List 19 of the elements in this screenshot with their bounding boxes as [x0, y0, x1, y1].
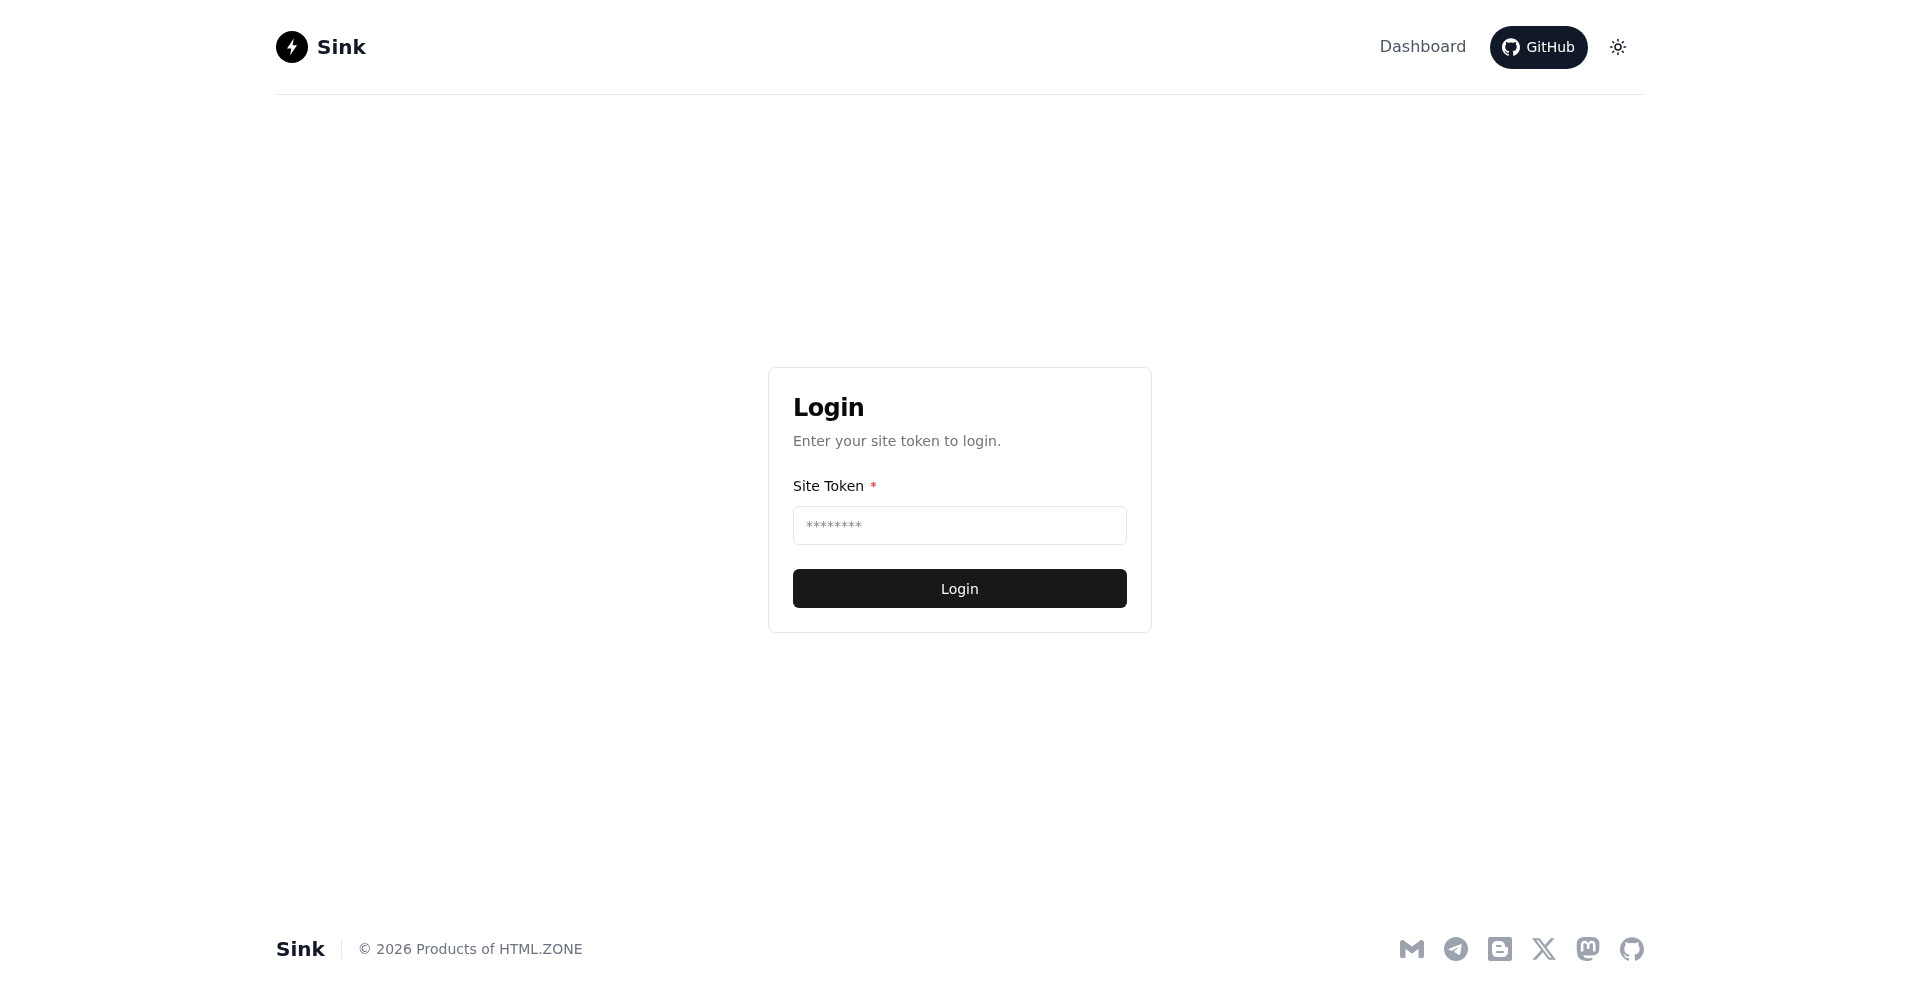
x-logo-icon[interactable]	[1532, 937, 1556, 961]
card-title: Login	[793, 393, 865, 424]
footer-brand: Sink	[276, 936, 325, 963]
paper-plane-icon[interactable]	[1444, 937, 1468, 961]
mail-icon[interactable]	[1400, 937, 1424, 961]
token-input[interactable]: ********	[793, 506, 1127, 545]
dashboard-link[interactable]: Dashboard	[1379, 35, 1467, 59]
lightning-bolt-icon	[276, 31, 308, 63]
letter-b-icon[interactable]	[1488, 937, 1512, 961]
field-label: Site Token	[793, 477, 865, 496]
copyright-text: © 2026 Products of HTML.ZONE	[357, 940, 583, 959]
brand-link[interactable]: Sink	[276, 31, 366, 63]
login-button[interactable]: Login	[793, 569, 1127, 608]
github-icon	[1502, 38, 1521, 56]
github-button[interactable]: GitHub	[1490, 25, 1588, 69]
card-description: Enter your site token to login.	[793, 432, 1002, 451]
github-icon[interactable]	[1620, 937, 1644, 961]
speech-bubble-icon[interactable]	[1576, 937, 1600, 961]
sun-icon	[1609, 38, 1627, 56]
